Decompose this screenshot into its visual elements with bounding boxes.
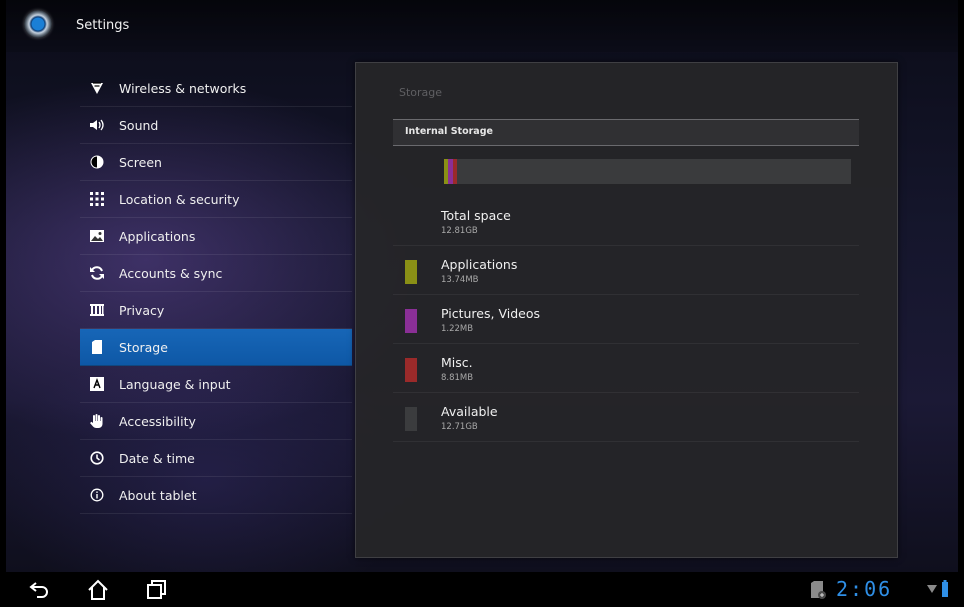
menu-item-label: Language & input: [119, 376, 231, 392]
info-icon: [88, 486, 106, 504]
storage-row-label: Available: [441, 404, 498, 419]
color-swatch: [405, 407, 417, 431]
action-bar: Settings: [6, 0, 958, 52]
storage-row-value: 8.81MB: [441, 373, 474, 383]
storage-row-total-space: Total space 12.81GB: [393, 197, 859, 246]
storage-row-applications: Applications 13.74MB: [393, 246, 859, 295]
storage-row-misc: Misc. 8.81MB: [393, 344, 859, 393]
menu-item-accessibility[interactable]: Accessibility: [80, 403, 352, 440]
wifi-icon: [88, 79, 106, 97]
image-icon: [88, 227, 106, 245]
recent-apps-icon[interactable]: [144, 579, 168, 601]
privacy-icon: [88, 301, 106, 319]
menu-item-language-input[interactable]: Language & input: [80, 366, 352, 403]
storage-row-value: 12.81GB: [441, 226, 478, 236]
color-swatch: [405, 260, 417, 284]
menu-item-sound[interactable]: Sound: [80, 107, 352, 144]
storage-row-label: Total space: [441, 208, 511, 223]
menu-item-privacy[interactable]: Privacy: [80, 292, 352, 329]
usage-segment-misc: [453, 159, 457, 184]
storage-row-available: Available 12.71GB: [393, 393, 859, 442]
tablet-frame: Settings Wireless & networks Sound Scree…: [0, 0, 964, 607]
color-swatch: [405, 309, 417, 333]
speaker-icon: [88, 116, 106, 134]
clock-icon: [88, 449, 106, 467]
clock[interactable]: 2:06: [836, 577, 892, 601]
menu-item-date-time[interactable]: Date & time: [80, 440, 352, 477]
sd-card-icon: [88, 338, 106, 356]
keyboard-letter-icon: [88, 375, 106, 393]
brightness-icon: [88, 153, 106, 171]
storage-row-pictures-videos: Pictures, Videos 1.22MB: [393, 295, 859, 344]
section-label: Internal Storage: [405, 126, 493, 137]
settings-menu: Wireless & networks Sound Screen Locatio…: [80, 70, 352, 514]
menu-item-about-tablet[interactable]: About tablet: [80, 477, 352, 514]
storage-row-label: Pictures, Videos: [441, 306, 540, 321]
menu-item-label: Storage: [119, 339, 168, 355]
storage-detail-panel: Storage Internal Storage Total space 12.…: [355, 62, 898, 558]
menu-item-location-security[interactable]: Location & security: [80, 181, 352, 218]
menu-item-wireless-networks[interactable]: Wireless & networks: [80, 70, 352, 107]
menu-item-label: Sound: [119, 117, 159, 133]
section-header: Internal Storage: [393, 119, 859, 146]
storage-row-value: 12.71GB: [441, 422, 478, 432]
home-icon[interactable]: [86, 579, 110, 601]
menu-item-screen[interactable]: Screen: [80, 144, 352, 181]
detail-title: Storage: [399, 86, 443, 99]
storage-row-label: Applications: [441, 257, 518, 272]
menu-item-label: Location & security: [119, 191, 240, 207]
storage-row-value: 1.22MB: [441, 324, 474, 334]
sd-card-status-icon: [807, 579, 831, 601]
sync-icon: [88, 264, 106, 282]
menu-item-label: Wireless & networks: [119, 80, 247, 96]
settings-screen: Settings Wireless & networks Sound Scree…: [6, 0, 958, 572]
menu-item-storage[interactable]: Storage: [80, 329, 352, 366]
hand-icon: [88, 412, 106, 430]
color-swatch: [405, 358, 417, 382]
settings-app-icon[interactable]: [24, 10, 52, 38]
menu-item-label: Applications: [119, 228, 196, 244]
storage-usage-bar: [444, 159, 851, 184]
grid-icon: [88, 190, 106, 208]
menu-item-label: Accounts & sync: [119, 265, 223, 281]
system-bar: 2:06: [0, 572, 964, 607]
menu-item-label: Accessibility: [119, 413, 196, 429]
app-title: Settings: [76, 18, 130, 33]
menu-item-applications[interactable]: Applications: [80, 218, 352, 255]
storage-row-value: 13.74MB: [441, 275, 479, 285]
menu-item-label: Date & time: [119, 450, 195, 466]
menu-item-label: About tablet: [119, 487, 197, 503]
menu-item-label: Privacy: [119, 302, 165, 318]
storage-row-label: Misc.: [441, 355, 473, 370]
back-icon[interactable]: [28, 579, 52, 601]
battery-icon: [939, 579, 963, 601]
menu-item-accounts-sync[interactable]: Accounts & sync: [80, 255, 352, 292]
menu-item-label: Screen: [119, 154, 162, 170]
